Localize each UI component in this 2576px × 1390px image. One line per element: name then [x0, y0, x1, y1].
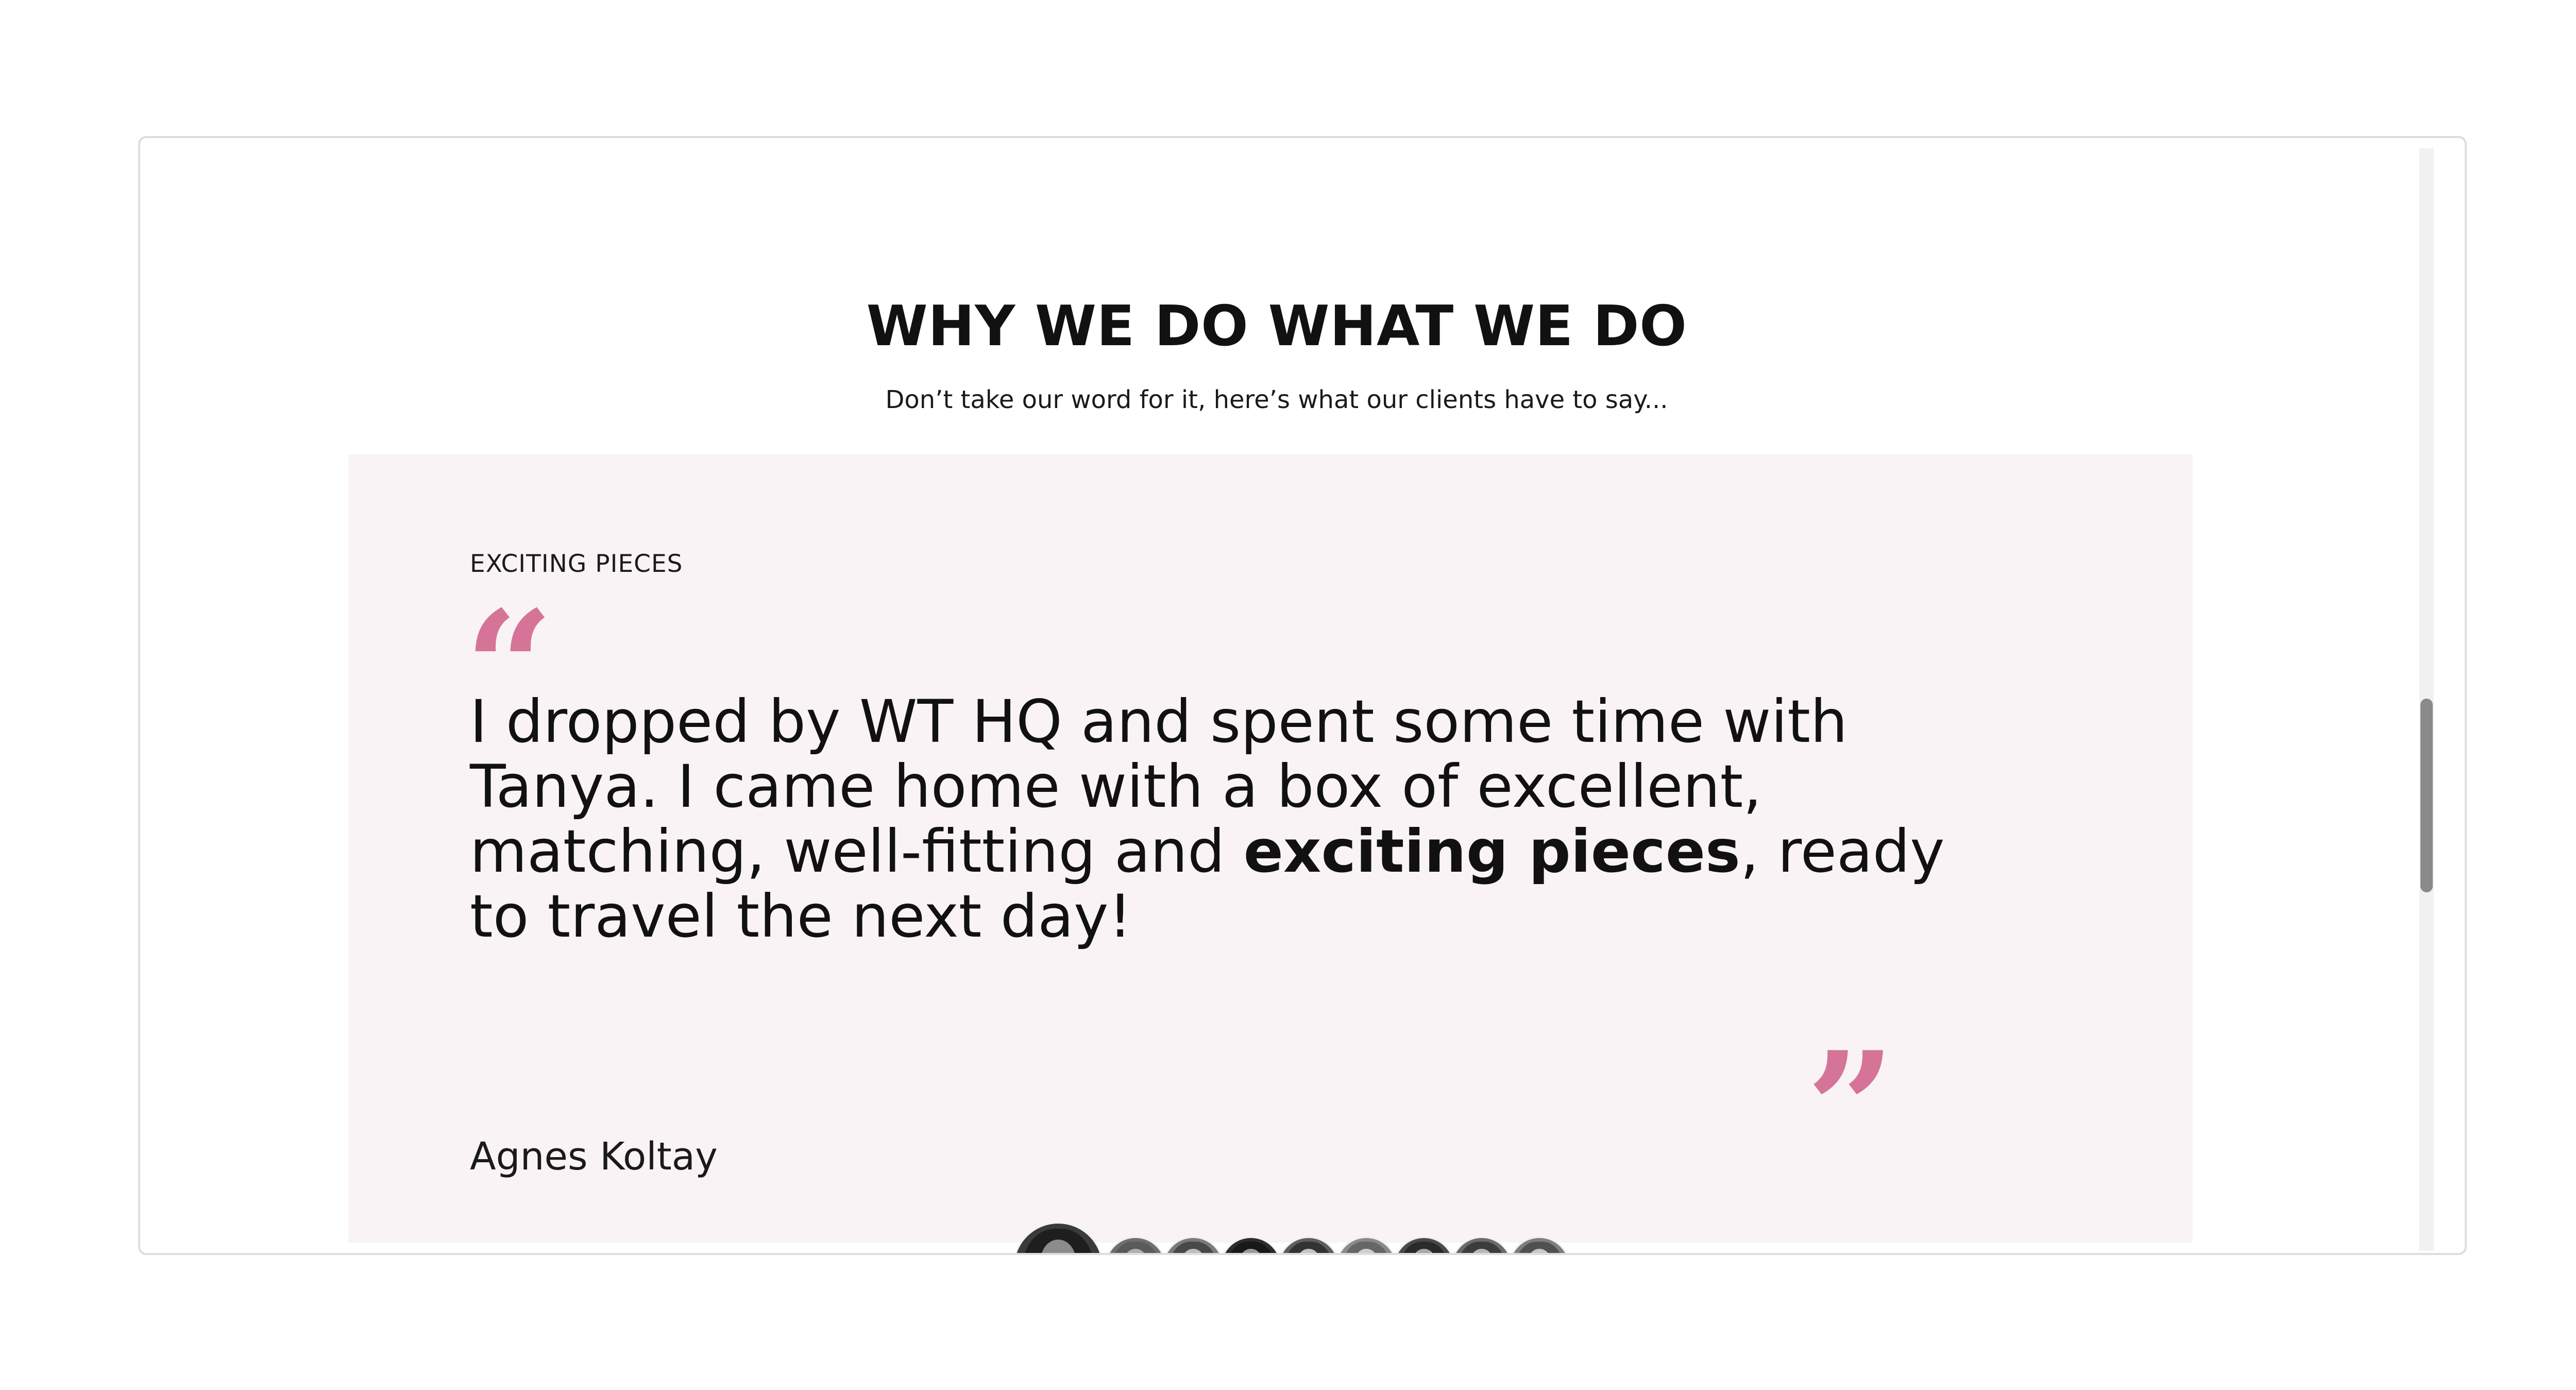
- avatar-9[interactable]: [1509, 1236, 1570, 1253]
- avatar-hair: [1343, 1241, 1390, 1253]
- scrollbar-thumb[interactable]: [2420, 699, 2433, 892]
- testimonial-avatar-selector: [1013, 1222, 1580, 1253]
- section-subtitle: Don’t take our word for it, here’s what …: [885, 385, 1668, 414]
- testimonial-quote: I dropped by WT HQ and spent some time w…: [470, 689, 1964, 949]
- avatar-hair: [1285, 1241, 1332, 1253]
- avatar-3[interactable]: [1162, 1236, 1224, 1253]
- avatar-hair: [1400, 1241, 1448, 1253]
- browser-window: WHY WE DO WHAT WE DO Don’t take our word…: [138, 136, 2467, 1255]
- testimonial-author: Agnes Koltay: [470, 1134, 718, 1179]
- avatar-hair: [1227, 1241, 1275, 1253]
- close-quote-icon: ”: [1806, 1018, 1895, 1199]
- avatar-4[interactable]: [1220, 1236, 1282, 1253]
- avatar-2[interactable]: [1105, 1236, 1166, 1253]
- avatar-hair: [1112, 1241, 1159, 1253]
- testimonial-card: EXCITING PIECES “ I dropped by WT HQ and…: [348, 454, 2193, 1253]
- avatar-7[interactable]: [1393, 1236, 1455, 1253]
- avatar-8[interactable]: [1451, 1236, 1513, 1253]
- avatar-hair: [1170, 1241, 1217, 1253]
- avatar-hair: [1458, 1241, 1505, 1253]
- vertical-scrollbar[interactable]: [2419, 148, 2434, 1251]
- avatar-6[interactable]: [1335, 1236, 1397, 1253]
- testimonial-eyebrow: EXCITING PIECES: [470, 550, 683, 578]
- avatar-hair: [1516, 1241, 1563, 1253]
- avatar-1[interactable]: [1013, 1222, 1104, 1253]
- avatar-5[interactable]: [1278, 1236, 1340, 1253]
- quote-highlight-text: exciting pieces: [1243, 817, 1740, 886]
- section-title: WHY WE DO WHAT WE DO: [866, 294, 1687, 359]
